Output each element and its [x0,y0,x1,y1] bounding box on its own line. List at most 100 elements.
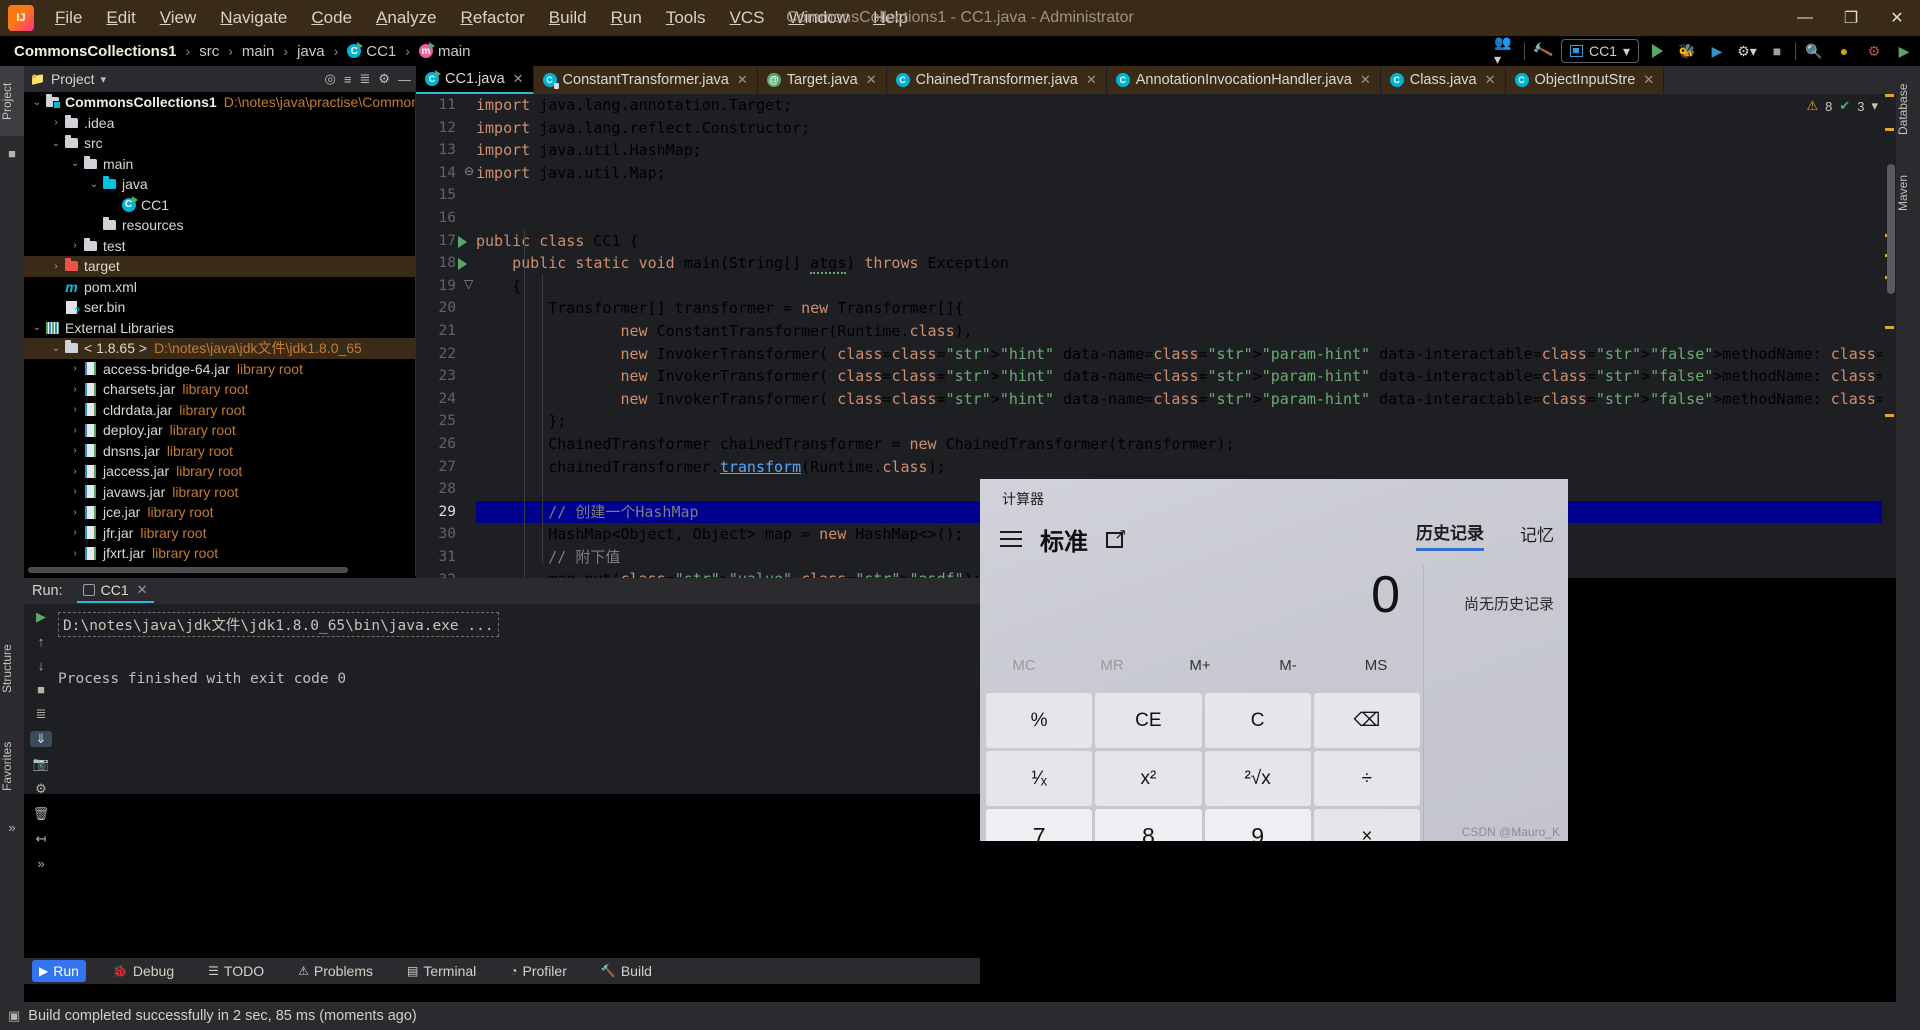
sidebar-item-favorites[interactable]: Favorites [0,721,24,811]
code-line[interactable] [476,184,1896,207]
calc-key-9[interactable]: 9 [1204,809,1311,841]
marker[interactable] [1885,94,1894,97]
calc-key-%[interactable]: % [986,693,1093,748]
run-configuration-selector[interactable]: CC1 ▾ [1560,39,1639,63]
sidebar-item-structure[interactable]: Structure [0,626,24,712]
run-tab-cc1[interactable]: CC1 ✕ [76,579,154,603]
breadcrumb-item-commonscollections1[interactable]: CommonsCollections1 [10,41,181,62]
calc-key-CE[interactable]: CE [1095,693,1202,748]
tree-node-access-bridge-64-jar[interactable]: › access-bridge-64.jar library root [24,359,415,380]
tree-expand-arrow[interactable]: ⌄ [87,179,101,190]
memory-button-ms[interactable]: MS [1332,657,1420,689]
tree-expand-arrow[interactable]: › [68,466,82,477]
tree-node-ser-bin[interactable]: ser.bin [24,297,415,318]
editor-tab-class-java[interactable]: C Class.java ✕ [1380,66,1506,94]
stop-icon[interactable]: ■ [30,682,52,697]
project-tree[interactable]: ⌄ CommonsCollections1 D:\notes\java\practi… [24,92,415,564]
expand-all-icon[interactable]: ≣ [359,71,370,87]
bottom-tab-terminal[interactable]: ▤ Terminal [400,960,483,982]
tree-node-resources[interactable]: resources [24,215,415,236]
tree-node-commonscollections1[interactable]: ⌄ CommonsCollections1 D:\notes\java\practi… [24,92,415,113]
maximize-button[interactable]: ❐ [1828,0,1874,36]
bottom-tab-run[interactable]: ▶ Run [32,960,86,982]
tree-expand-arrow[interactable]: › [68,445,82,456]
tree-expand-arrow[interactable]: › [68,527,82,538]
menu-help[interactable]: Help [862,4,919,32]
marker[interactable] [1885,128,1894,131]
tree-node-main[interactable]: ⌄ main [24,154,415,175]
editor-tab-constanttransformer-java[interactable]: C ConstantTransformer.java ✕ [533,66,758,94]
project-h-scrollbar[interactable] [24,564,415,576]
debug-icon[interactable]: 🐝 [1675,39,1699,63]
structure-small-icon[interactable]: ■ [3,144,21,162]
calc-key-²√x[interactable]: ²√x [1204,751,1311,806]
code-line[interactable]: import java.util.Map; [476,162,1896,185]
expand-strip-icon[interactable]: » [3,818,21,836]
memory-button-mc[interactable]: MC [980,657,1068,689]
menu-navigate[interactable]: Navigate [209,4,298,32]
tree-expand-arrow[interactable]: ⌄ [49,343,63,354]
tree-expand-arrow[interactable]: › [68,363,82,374]
calc-key-C[interactable]: C [1204,693,1311,748]
code-line[interactable]: import java.lang.reflect.Constructor; [476,117,1896,140]
calc-key-x²[interactable]: x² [1095,751,1202,806]
tree-node-jfxrt-jar[interactable]: › jfxrt.jar library root [24,543,415,564]
tree-expand-arrow[interactable]: › [68,425,82,436]
chevron-down-icon[interactable]: ▾ [101,73,107,86]
menu-hamburger-icon[interactable] [1000,531,1022,547]
vcs-users-icon[interactable]: 👥▾ [1494,34,1518,67]
updates-icon[interactable]: ▶ [1892,39,1916,63]
wrap-lines-icon[interactable]: ≣ [30,706,52,722]
code-fold-icon[interactable]: ▽ [464,277,473,291]
tree-node--idea[interactable]: › .idea [24,113,415,134]
pin-icon[interactable]: ↤ [30,831,52,847]
tree-expand-arrow[interactable]: › [49,261,63,272]
bottom-tab-debug[interactable]: 🐞 Debug [106,960,181,982]
run-button[interactable] [1645,39,1669,63]
menu-file[interactable]: File [44,4,93,32]
tree-node-java[interactable]: ⌄ java [24,174,415,195]
tree-expand-arrow[interactable]: › [68,548,82,559]
project-header-tools[interactable]: ◎ ≡ ≣ ⚙ — [325,66,412,92]
tree-node-jce-jar[interactable]: › jce.jar library root [24,502,415,523]
code-line[interactable]: import java.lang.annotation.Target; [476,94,1896,117]
bottom-tab-todo[interactable]: ☰ TODO [201,960,271,982]
search-icon[interactable]: 🔍 [1802,39,1826,63]
editor-tab-cc1-java[interactable]: C CC1.java ✕ [416,66,534,94]
scrollbar-thumb[interactable] [28,567,348,573]
close-button[interactable]: ✕ [1874,0,1920,36]
editor-tab-target-java[interactable]: Target.java ✕ [757,66,887,94]
code-line[interactable]: Transformer[] transformer = new Transfor… [476,297,1896,320]
close-icon[interactable]: ✕ [1643,72,1654,88]
tree-node-pom-xml[interactable]: m pom.xml [24,277,415,298]
sidebar-item-database[interactable]: Database [1896,70,1920,148]
code-fold-icon[interactable]: ⊖ [464,164,474,178]
scroll-down-icon[interactable]: ↓ [30,658,52,673]
menu-edit[interactable]: Edit [95,4,146,32]
run-gutter-icon[interactable] [458,235,467,248]
editor-tab-chainedtransformer-java[interactable]: C ChainedTransformer.java ✕ [886,66,1107,94]
bottom-tool-bar[interactable]: ▶ Run 🐞 Debug ☰ TODO ⚠ Problems ▤ Terminal ◔ Profil… [24,958,980,984]
clear-all-icon[interactable]: 🗑 [30,806,52,822]
close-icon[interactable]: ✕ [1086,72,1097,88]
tree-expand-arrow[interactable]: › [68,384,82,395]
breadcrumb-item-main[interactable]: main [238,41,279,62]
tree-node-src[interactable]: ⌄ src [24,133,415,154]
profiler-icon[interactable]: ⚙▾ [1735,39,1759,63]
stop-icon[interactable]: ■ [1765,39,1789,63]
navbar-tools[interactable]: 👥▾ 🔨 CC1 ▾ 🐝 ▶ ⚙▾ ■ 🔍 ● ⚙ ▶ [1494,34,1916,67]
menu-view[interactable]: View [149,4,208,32]
run-gutter-icon[interactable] [458,258,467,271]
code-line[interactable]: }; [476,410,1896,433]
editor-tab-objectinputstre[interactable]: C ObjectInputStre ✕ [1505,66,1665,94]
minimize-button[interactable]: — [1782,0,1828,36]
menu-code[interactable]: Code [300,4,363,32]
breadcrumb-item-main[interactable]: m main [415,41,475,62]
tree-node-charsets-jar[interactable]: › charsets.jar library root [24,379,415,400]
hide-panel-icon[interactable]: — [398,72,411,87]
settings-gear-icon[interactable]: ⚙ [1862,39,1886,63]
menu-build[interactable]: Build [538,4,598,32]
code-line[interactable]: new InvokerTransformer( class=class="str… [476,365,1897,388]
close-icon[interactable]: ✕ [737,72,748,88]
gear-icon[interactable]: ⚙ [378,71,390,87]
